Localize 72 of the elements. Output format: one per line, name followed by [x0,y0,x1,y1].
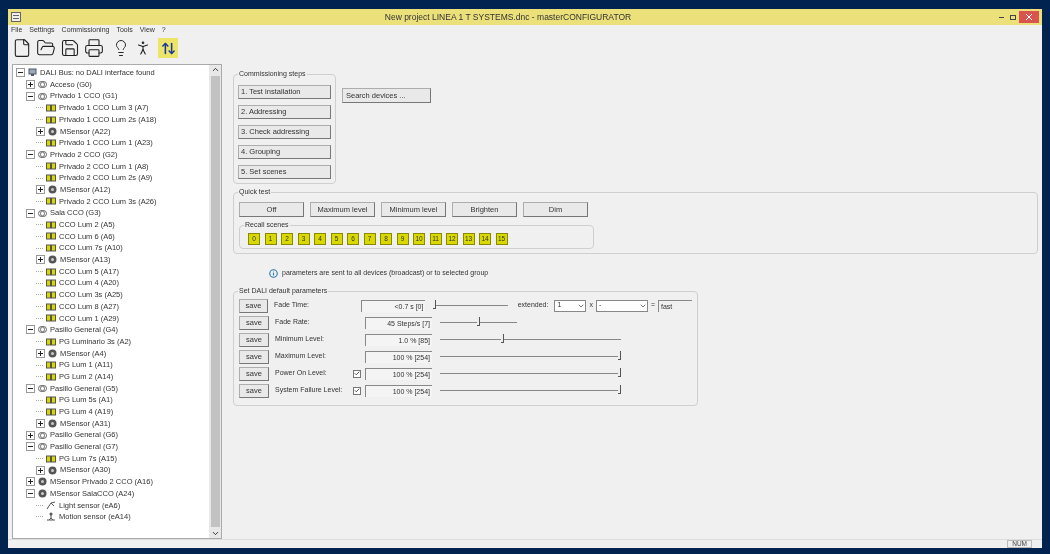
print-icon [84,38,104,58]
sensor-icon [48,185,57,195]
close-icon [1026,14,1032,20]
luminaire-icon [46,337,56,346]
expand-toggle[interactable] [36,348,45,358]
expand-toggle[interactable] [26,477,35,487]
luminaire-icon [46,302,56,311]
expand-toggle[interactable] [36,418,45,428]
expand-toggle[interactable] [26,383,35,393]
motion-sensor-icon [46,512,56,522]
luminaire-icon [46,220,56,229]
app-icon [11,12,21,22]
network-icon [28,68,37,78]
group-icon [38,208,47,218]
slider-thumb[interactable] [500,334,504,343]
luminaire-icon [46,103,56,112]
checkbox[interactable] [353,386,361,395]
slider-thumb[interactable] [433,300,437,309]
expand-toggle[interactable] [36,126,45,136]
luminaire-icon [46,267,56,276]
maximize-button[interactable] [1007,12,1019,22]
info-icon [269,268,278,278]
slider-thumb[interactable] [618,385,621,394]
group-icon [38,150,47,160]
scroll-up-icon [210,65,220,74]
expand-toggle[interactable] [26,208,35,218]
light-sensor-icon [46,500,56,510]
expand-toggle[interactable] [26,325,35,335]
open-folder-icon [36,38,56,58]
luminaire-icon [46,454,56,463]
expand-toggle[interactable] [16,68,25,78]
luminaire-icon [46,174,56,183]
up-down-arrows-icon [160,40,176,56]
checkbox[interactable] [353,369,361,378]
new-file-icon [12,38,32,58]
luminaire-icon [46,396,56,405]
close-button[interactable] [1019,11,1039,23]
luminaire-icon [46,407,56,416]
window-title: New project LINEA 1 T SYSTEMS.dnc - masterCONFIGURATOR [383,10,633,24]
luminaire-icon [46,314,56,323]
sensor-icon [48,255,57,265]
luminaire-icon [46,162,56,171]
luminaire-icon [46,244,56,253]
luminaire-icon [46,372,56,381]
group-icon [38,383,47,393]
expand-toggle[interactable] [36,255,45,265]
expand-toggle[interactable] [36,465,45,475]
group-icon [38,325,47,335]
sensor-icon [48,126,57,136]
expand-toggle[interactable] [36,185,45,195]
luminaire-icon [46,232,56,241]
save-icon [60,38,80,58]
scroll-down-icon [210,529,220,538]
transfer-button[interactable] [158,38,178,58]
luminaire-icon [46,290,56,299]
slider-thumb[interactable] [618,351,621,360]
expand-toggle[interactable] [26,442,35,452]
expand-toggle[interactable] [26,489,35,499]
scroll-bar[interactable] [209,65,221,538]
sensor-icon [48,348,57,358]
slider-thumb[interactable] [477,317,480,326]
expand-toggle[interactable] [26,150,35,160]
luminaire-icon [46,279,56,288]
expand-toggle[interactable] [26,430,35,440]
slider-thumb[interactable] [618,368,621,377]
sensor-icon [48,418,57,428]
luminaire-icon [46,138,56,147]
expand-toggle[interactable] [26,80,35,90]
luminaire-icon [46,115,56,124]
expand-toggle[interactable] [26,91,35,101]
luminaire-icon [46,197,56,206]
luminaire-icon [46,361,56,370]
